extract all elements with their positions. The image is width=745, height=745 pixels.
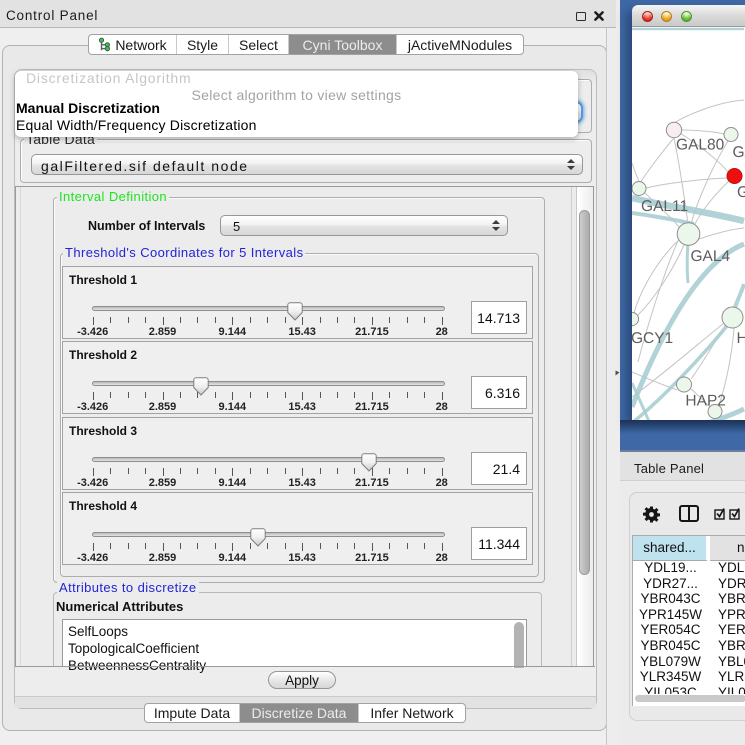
svg-text:H: H [736, 330, 745, 347]
svg-text:GCY1: GCY1 [632, 330, 673, 347]
svg-text:GAL80: GAL80 [676, 136, 725, 153]
svg-text:GAL11: GAL11 [641, 198, 688, 215]
svg-text:HAP2: HAP2 [685, 392, 726, 409]
svg-text:GAL4: GAL4 [690, 248, 730, 265]
svg-text:G: G [737, 184, 745, 201]
svg-text:GA: GA [733, 144, 745, 161]
